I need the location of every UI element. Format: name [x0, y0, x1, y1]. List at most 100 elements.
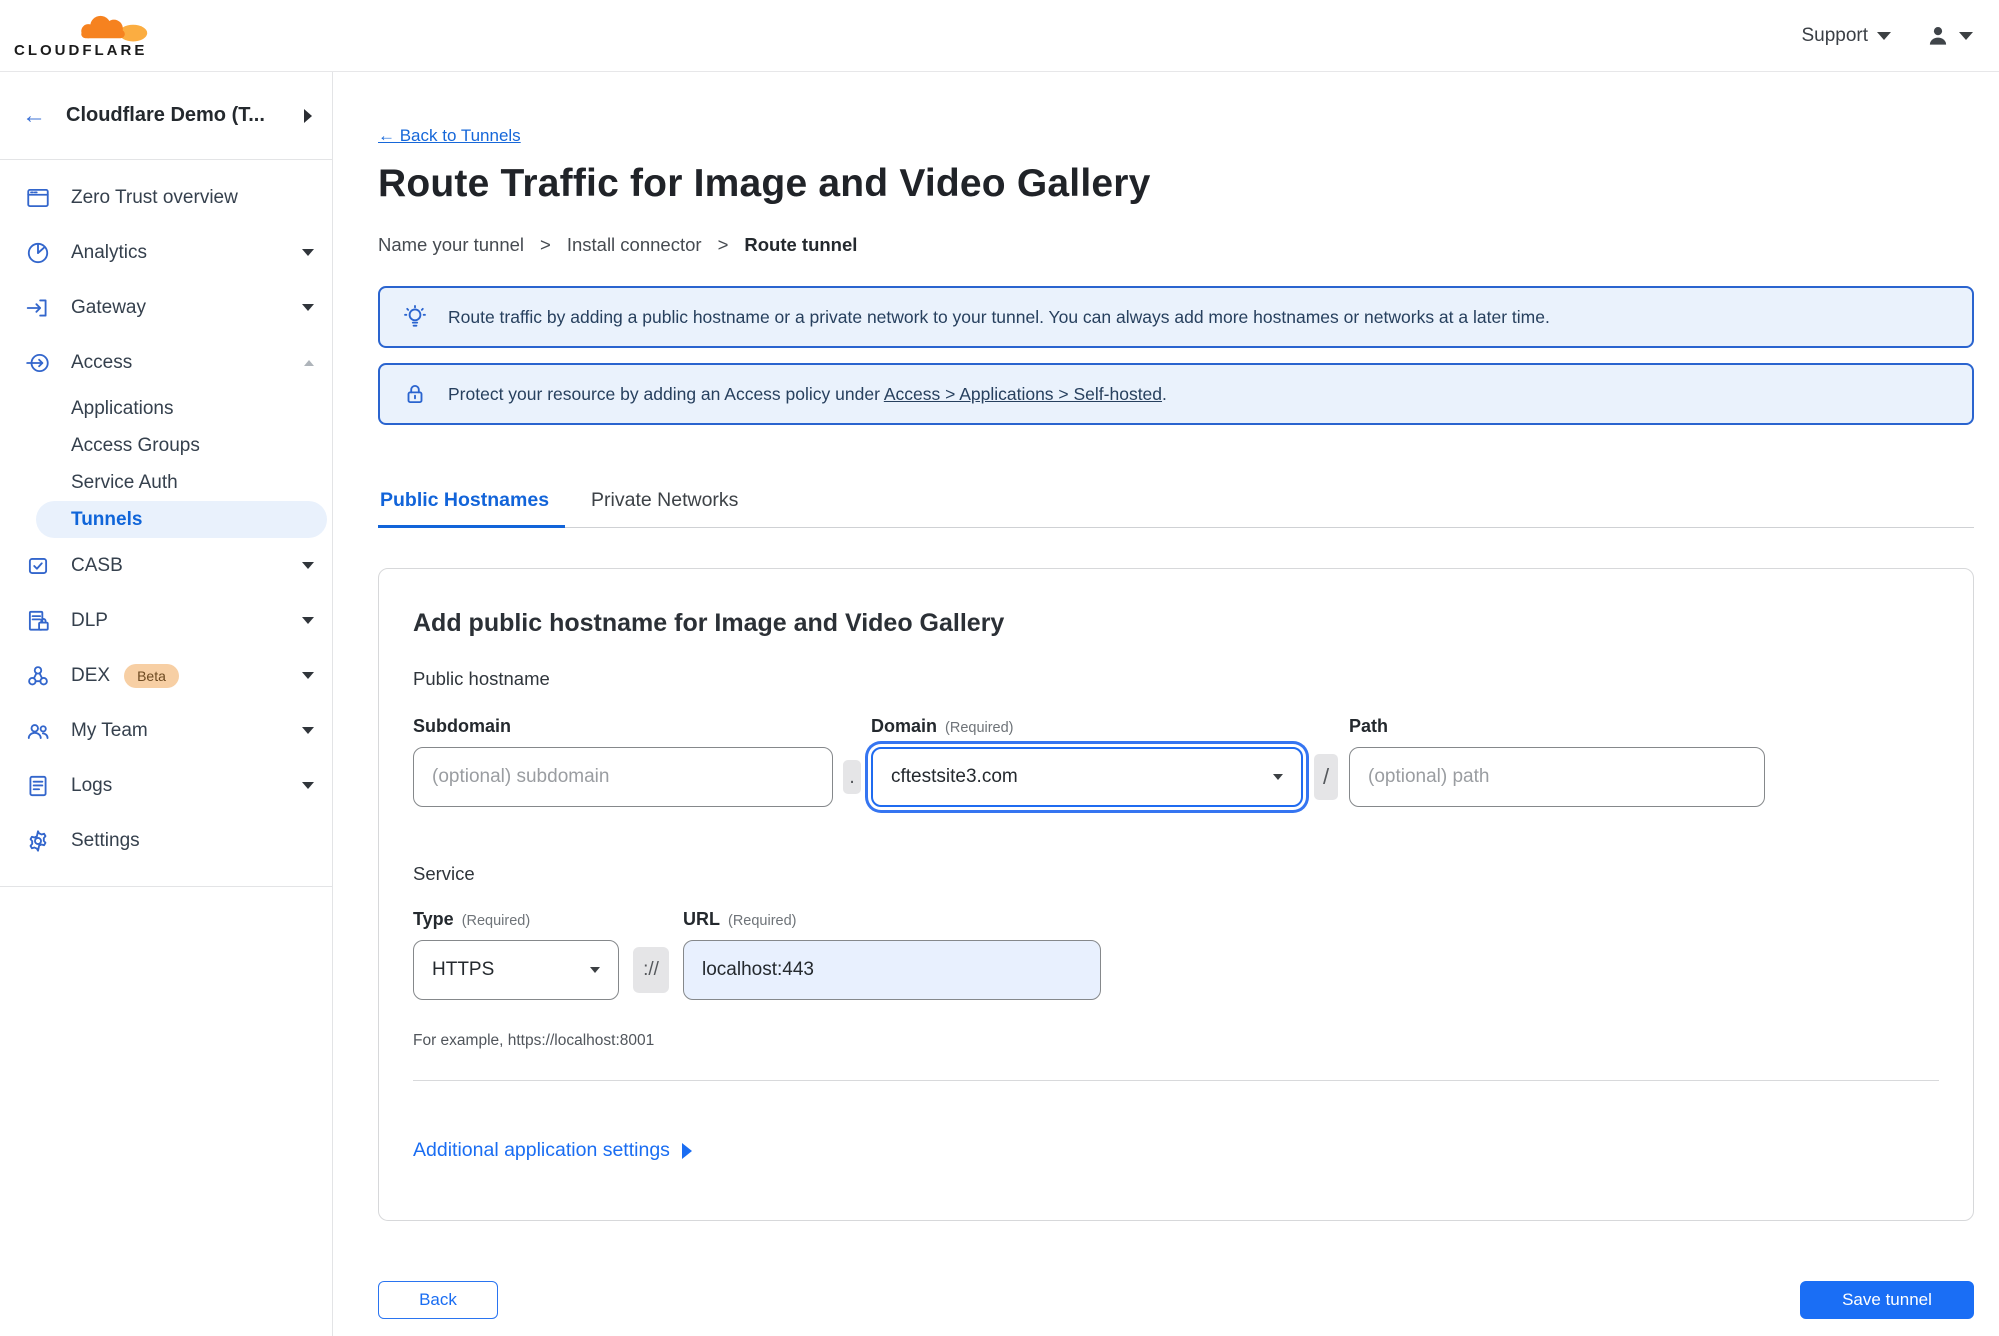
step-name-your-tunnel[interactable]: Name your tunnel [378, 234, 524, 256]
required-hint: (Required) [728, 913, 797, 929]
back-button[interactable]: Back [378, 1281, 498, 1319]
info-banner-access-policy: Protect your resource by adding an Acces… [378, 363, 1974, 425]
service-url-input[interactable] [683, 940, 1101, 1000]
sidebar-item-label: DEX Beta [71, 663, 302, 688]
service-type-select[interactable]: HTTPS [413, 940, 619, 1000]
domain-label: Domain (Required) [871, 716, 1014, 736]
sidebar-item-label: My Team [71, 719, 148, 741]
sidebar-item-tunnels[interactable]: Tunnels [36, 501, 327, 538]
subdomain-input[interactable] [413, 747, 833, 807]
chevron-down-icon [302, 617, 314, 624]
subdomain-label: Subdomain [413, 716, 511, 736]
sidebar-item-label: Logs [71, 774, 113, 796]
type-label: Type (Required) [413, 909, 531, 929]
sidebar-item-label: Analytics [71, 241, 148, 263]
additional-settings-label: Additional application settings [413, 1139, 670, 1161]
sidebar-item-service-auth[interactable]: Service Auth [0, 464, 332, 501]
chevron-down-icon [302, 562, 314, 569]
back-to-tunnels-link[interactable]: ← Back to Tunnels [378, 126, 521, 146]
sidebar-item-dlp[interactable]: DLP [0, 593, 332, 648]
access-icon [26, 353, 49, 372]
info-banner-route-traffic: Route traffic by adding a public hostnam… [378, 286, 1974, 348]
sidebar-item-settings[interactable]: Settings [0, 813, 332, 868]
top-bar: CLOUDFLARE Support [0, 0, 1999, 72]
sidebar: ← Cloudflare Demo (T... Zero Trust overv… [0, 72, 333, 1336]
cloudflare-wordmark: CLOUDFLARE [14, 42, 148, 59]
step-install-connector[interactable]: Install connector [567, 234, 702, 256]
card-heading: Add public hostname for Image and Video … [413, 609, 1005, 637]
divider [413, 1080, 1939, 1081]
chevron-up-icon [304, 359, 314, 366]
breadcrumb-separator: > [540, 234, 551, 255]
chevron-down-icon [302, 727, 314, 734]
sidebar-item-label: Access [71, 351, 133, 373]
public-hostname-section-label: Public hostname [413, 668, 550, 689]
step-route-tunnel: Route tunnel [744, 234, 858, 255]
slash-separator: / [1314, 754, 1338, 800]
tab-private-networks[interactable]: Private Networks [589, 489, 754, 527]
breadcrumb: Name your tunnel > Install connector > R… [378, 234, 1974, 256]
sidebar-item-access[interactable]: Access [0, 335, 332, 390]
breadcrumb-separator: > [717, 234, 729, 255]
domain-select-value: cftestsite3.com [891, 766, 1018, 787]
url-example-hint: For example, https://localhost:8001 [413, 1032, 655, 1049]
chevron-down-icon [1877, 31, 1891, 40]
domain-select[interactable]: cftestsite3.com [871, 747, 1303, 807]
sidebar-item-label: Zero Trust overview [71, 186, 238, 208]
overview-icon [27, 188, 49, 207]
sidebar-item-zero-trust-overview[interactable]: Zero Trust overview [0, 170, 332, 225]
settings-gear-icon [29, 829, 47, 852]
sidebar-item-access-groups[interactable]: Access Groups [0, 427, 332, 464]
logs-icon [29, 775, 47, 796]
user-menu[interactable] [1925, 23, 1973, 49]
tab-public-hostnames[interactable]: Public Hostnames [378, 489, 566, 528]
chevron-right-icon [681, 1142, 692, 1159]
main-content: ← Back to Tunnels Route Traffic for Imag… [334, 72, 1999, 1336]
scheme-separator: :// [633, 947, 669, 993]
team-icon [27, 723, 49, 739]
service-section-label: Service [413, 863, 475, 884]
sidebar-item-logs[interactable]: Logs [0, 758, 332, 813]
url-label: URL (Required) [683, 909, 797, 929]
sidebar-account-header[interactable]: ← Cloudflare Demo (T... [0, 72, 332, 160]
save-tunnel-button[interactable]: Save tunnel [1800, 1281, 1974, 1319]
sidebar-item-dex[interactable]: DEX Beta [0, 648, 332, 703]
sidebar-item-label: Applications [71, 397, 174, 419]
support-dropdown[interactable]: Support [1801, 25, 1891, 47]
sidebar-item-gateway[interactable]: Gateway [0, 280, 332, 335]
user-icon [1929, 26, 1947, 45]
sidebar-item-analytics[interactable]: Analytics [0, 225, 332, 280]
dlp-icon [28, 610, 49, 631]
lock-icon [407, 384, 423, 404]
chevron-down-icon [302, 672, 314, 679]
sidebar-item-label: Settings [71, 829, 140, 851]
sidebar-item-label: Gateway [71, 296, 146, 318]
tab-bar: Public Hostnames Private Networks [378, 489, 1974, 528]
path-input[interactable] [1349, 747, 1765, 807]
support-label: Support [1801, 24, 1868, 46]
casb-icon [28, 557, 48, 574]
access-policy-link[interactable]: Access > Applications > Self-hosted [884, 384, 1162, 404]
page-title: Route Traffic for Image and Video Galler… [378, 162, 1151, 205]
beta-badge: Beta [124, 663, 179, 688]
sidebar-item-applications[interactable]: Applications [0, 390, 332, 427]
sidebar-item-label: Access Groups [71, 434, 200, 456]
banner-text: Route traffic by adding a public hostnam… [448, 306, 1550, 327]
path-label: Path [1349, 716, 1389, 736]
public-hostname-card: Add public hostname for Image and Video … [378, 568, 1974, 1221]
required-hint: (Required) [945, 720, 1014, 736]
sidebar-item-my-team[interactable]: My Team [0, 703, 332, 758]
back-arrow-icon[interactable]: ← [22, 103, 46, 128]
sidebar-item-casb[interactable]: CASB [0, 538, 332, 593]
chevron-right-icon[interactable] [304, 108, 312, 123]
footer-actions: Back Save tunnel [378, 1281, 1974, 1319]
dex-icon [28, 665, 48, 685]
analytics-icon [27, 242, 49, 263]
banner-text: Protect your resource by adding an Acces… [448, 383, 1167, 404]
chevron-down-icon [1273, 774, 1283, 780]
sidebar-item-label: CASB [71, 554, 123, 576]
chevron-down-icon [302, 304, 314, 311]
cloudflare-cloud-icon [81, 15, 148, 42]
chevron-down-icon [1959, 31, 1973, 40]
additional-settings-toggle[interactable]: Additional application settings [413, 1139, 1939, 1162]
